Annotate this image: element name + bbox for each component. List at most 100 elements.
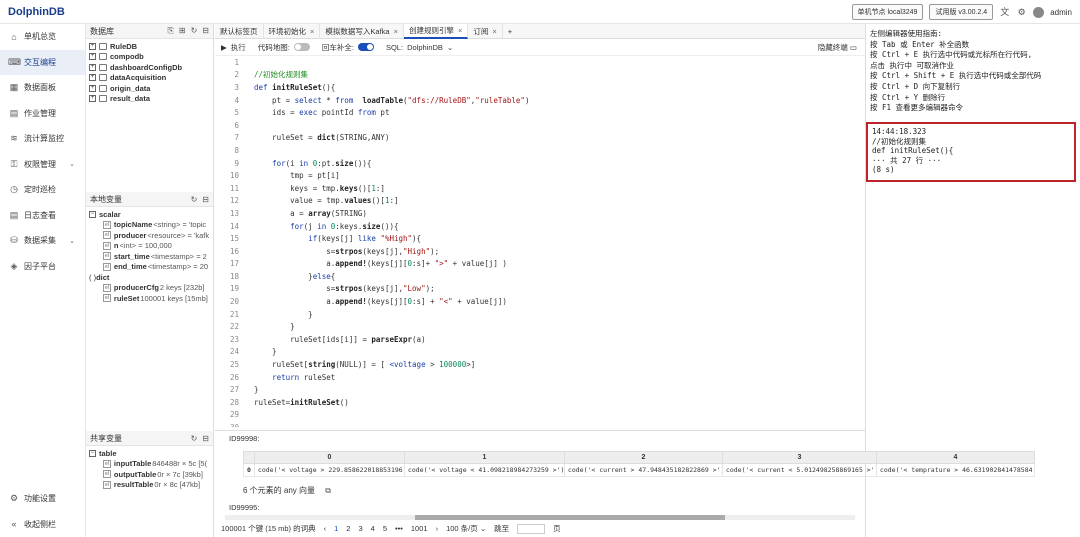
node-button[interactable]: 单机节点 local3249 [851,4,924,20]
database-item[interactable]: + compodb [89,52,210,63]
column-header[interactable]: 1 [403,451,565,464]
sidebar-item[interactable]: ⛁ 数据采集 ⌄ [0,228,85,254]
avatar[interactable] [1033,6,1045,18]
code-editor[interactable]: 1 2//初始化规则集 3 def initRuleSet(){4 pt = sele… [215,56,865,427]
editor-tab[interactable]: 模拟数据写入Kafka × [320,23,404,39]
page-number[interactable]: 1001 [411,524,428,533]
page-number[interactable]: ••• [395,524,403,533]
sidebar-item[interactable]: ⌂ 单机总览 [0,24,85,50]
variable-item[interactable]: el end_time <timestamp> = 20 [89,262,210,273]
sidebar-item[interactable]: ≋ 流计算监控 [0,126,85,152]
code-text: //初始化规则集 [254,70,309,80]
column-header[interactable]: 0 [253,451,405,464]
sidebar-item[interactable]: ⚿ 权限管理 ⌄ [0,152,85,178]
collapse-icon[interactable]: − [89,210,96,218]
sidebar-item[interactable]: ▦ 数据面板 [0,75,85,101]
external-link-icon[interactable]: ⧉ [325,486,331,495]
close-icon[interactable]: × [310,27,314,36]
sidebar-item-label: 作业管理 [24,108,56,118]
editor-tab[interactable]: 环境初始化 × [264,23,321,39]
database-item[interactable]: + result_data [89,94,210,105]
page-number[interactable]: 4 [371,524,375,533]
collapse-icon[interactable]: − [89,449,96,457]
page-number[interactable]: 3 [358,524,362,533]
expand-icon[interactable]: + [89,42,96,50]
sidebar-item[interactable]: ◷ 定时巡检 [0,177,85,203]
expand-icon[interactable]: + [89,84,96,92]
variable-item[interactable]: el resultTable 0r × 8c [47kb] [89,480,210,491]
code-map-toggle[interactable] [293,43,310,51]
variable-group[interactable]: − scalar [89,209,210,220]
version-button[interactable]: 试用版 v3.00.2.4 [929,4,994,20]
chevron-right-icon[interactable]: › [436,524,439,533]
row-index: 0 [243,463,255,477]
collapse-icon[interactable]: ⊟ [202,434,209,443]
collapse-icon[interactable]: ⊟ [202,26,209,36]
sql-select[interactable]: SQL: DolphinDB ⌄ [386,43,453,52]
hide-terminal-button[interactable]: 隐藏终端 ▭ [818,42,857,53]
add-tab-button[interactable]: + [503,24,517,39]
collapse-sidebar-button[interactable]: « 收起侧栏 [0,512,86,537]
code-text: s=strpos(keys[j],"Low"); [254,284,435,294]
refresh-icon[interactable]: ↻ [191,434,198,443]
translate-icon[interactable]: 文 [999,7,1010,18]
variable-item[interactable]: el topicName <string> = 'topic [89,220,210,231]
expand-icon[interactable]: + [89,74,96,82]
sidebar-item-label: 定时巡检 [24,185,56,195]
page-number[interactable]: 1 [334,524,338,533]
user-name[interactable]: admin [1050,8,1072,17]
goto-input[interactable] [517,523,546,534]
run-button[interactable]: ▶ 执行 [221,42,246,53]
settings-button[interactable]: ⚙ 功能设置 [0,486,86,512]
refresh-icon[interactable]: ↻ [191,26,198,36]
autocomplete-toggle[interactable] [357,43,374,51]
database-item[interactable]: + dataAcquisition [89,73,210,84]
horizontal-scrollbar[interactable] [225,515,855,520]
variable-group[interactable]: ( ) dict [89,272,210,283]
sidebar-item[interactable]: ▤ 日志查看 [0,203,85,229]
variable-group[interactable]: − table [89,448,210,459]
page-number[interactable]: 2 [346,524,350,533]
column-header[interactable]: 3 [721,451,877,464]
sidebar-item[interactable]: ◈ 因子平台 [0,254,85,280]
database-item[interactable]: + origin_data [89,83,210,94]
copy-icon[interactable]: ⎘ [167,26,173,36]
database-item[interactable]: + RuleDB [89,41,210,52]
editor-tab[interactable]: 订阅 × [468,23,503,39]
autocomplete-label: 回车补全: [321,42,354,52]
variable-item[interactable]: el n <int> = 100,000 [89,241,210,252]
column-header[interactable]: 4 [875,451,1035,464]
database-panel-title: 数据库 [90,26,114,36]
per-page-select[interactable]: 100 条/页 ⌄ [446,523,486,534]
variable-item[interactable]: el producer <resource> = 'kafk [89,230,210,241]
editor-tab[interactable]: 创建规则引擎 × [403,23,469,39]
expand-icon[interactable]: + [89,95,96,103]
code-line: 8 [215,144,865,157]
code-text: pt = select * from loadTable("dfs://Rule… [254,95,530,105]
gear-icon[interactable]: ⚙ [1016,7,1027,18]
page-number[interactable]: 5 [383,524,387,533]
play-icon: ▶ [221,42,227,52]
variable-type-icon: el [103,220,111,229]
close-icon[interactable]: × [458,26,462,35]
variable-item[interactable]: el producerCfg 2 keys [232b] [89,283,210,294]
column-header[interactable]: 2 [563,451,723,464]
close-icon[interactable]: × [492,27,496,36]
variable-item[interactable]: el start_time <timestamp> = 2 [89,251,210,262]
refresh-icon[interactable]: ↻ [191,195,198,204]
database-item[interactable]: + dashboardConfigDb [89,62,210,73]
expand-icon[interactable]: + [89,63,96,71]
add-icon[interactable]: ⊞ [179,26,186,36]
variable-item[interactable]: el ruleSet 100001 keys [15mb] [89,293,210,304]
expand-icon[interactable]: + [89,53,96,61]
collapse-icon[interactable]: ⊟ [202,195,209,204]
chevron-left-icon[interactable]: ‹ [324,524,327,533]
editor-tab[interactable]: 默认标签页 [215,23,264,39]
variable-item[interactable]: el inputTable 846488r × 5c [5( [89,459,210,470]
variable-item[interactable]: el outputTable 0r × 7c [39kb] [89,469,210,480]
close-icon[interactable]: × [394,27,398,36]
sidebar-item[interactable]: ⌨ 交互编程 [0,49,85,75]
scrollbar-thumb[interactable] [415,515,725,520]
sidebar-item[interactable]: ▤ 作业管理 [0,101,85,127]
line-number: 16 [229,246,239,256]
